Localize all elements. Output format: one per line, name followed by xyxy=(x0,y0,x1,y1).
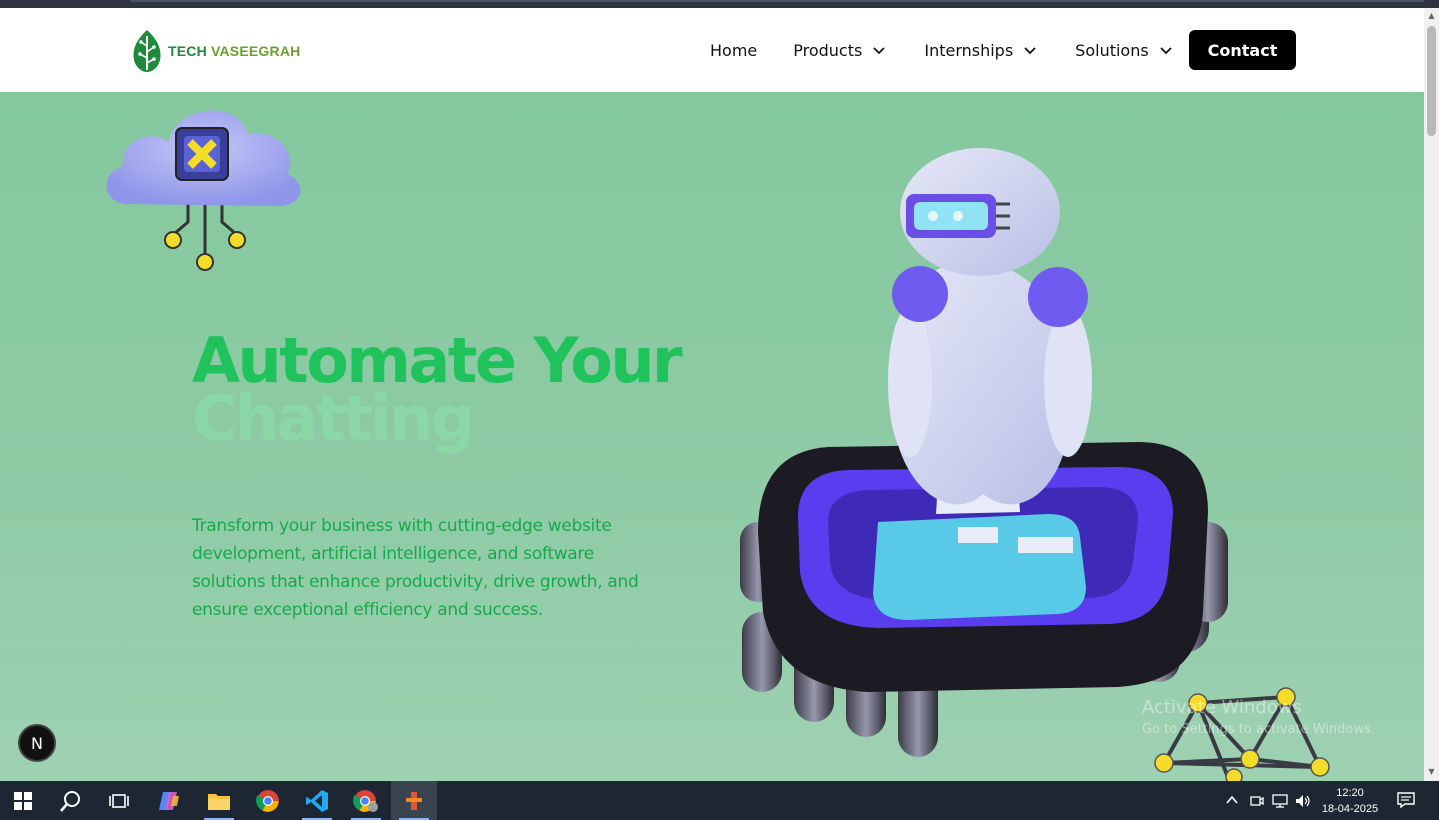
nav-home[interactable]: Home xyxy=(710,41,757,60)
browser-top-strip xyxy=(0,0,1439,8)
chevron-down-icon xyxy=(1160,47,1172,55)
copilot-icon[interactable] xyxy=(146,781,192,820)
activate-windows-title: Activate Windows xyxy=(1142,697,1302,718)
leaf-circuit-logo-icon xyxy=(133,30,161,72)
notification-center-icon[interactable] xyxy=(1397,792,1415,808)
file-explorer-icon[interactable] xyxy=(196,781,242,820)
tray-chevron-up-icon[interactable] xyxy=(1225,794,1239,806)
cloud-chip-illustration xyxy=(106,110,301,271)
nav-internships-label: Internships xyxy=(924,40,1014,60)
network-icon[interactable] xyxy=(1272,794,1288,808)
chevron-down-icon xyxy=(873,47,885,55)
windows-taskbar: 12:20 18-04-2025 xyxy=(0,781,1439,820)
contact-button[interactable]: Contact xyxy=(1189,30,1296,70)
taskbar-clock[interactable]: 12:20 18-04-2025 xyxy=(1318,785,1382,817)
chevron-down-icon xyxy=(1024,47,1036,55)
dev-indicator-badge[interactable]: N xyxy=(18,724,56,762)
hero-section: Automate Your Chatting Transform your bu… xyxy=(0,92,1424,781)
main-nav: Home Products Internships Solutions xyxy=(710,8,1173,92)
brand-name: TECH VASEEGRAH xyxy=(168,43,300,59)
brand-name-part1: TECH xyxy=(168,43,211,59)
search-icon[interactable] xyxy=(48,781,94,820)
meet-now-icon[interactable] xyxy=(1250,794,1264,808)
brand-name-part2: VASEEGRAH xyxy=(211,43,301,59)
site-header: TECH VASEEGRAH Home Products Internships… xyxy=(0,8,1424,92)
clock-date: 18-04-2025 xyxy=(1321,803,1379,815)
brand-logo[interactable]: TECH VASEEGRAH xyxy=(130,28,300,74)
hero-description: Transform your business with cutting-edg… xyxy=(192,516,639,620)
scroll-down-icon[interactable]: ▼ xyxy=(1427,768,1436,776)
task-view-icon[interactable] xyxy=(96,781,142,820)
volume-icon[interactable] xyxy=(1295,794,1311,808)
nav-internships[interactable]: Internships xyxy=(924,41,1037,60)
app-icon[interactable] xyxy=(391,781,437,820)
start-icon[interactable] xyxy=(0,781,46,820)
nav-solutions[interactable]: Solutions xyxy=(1075,41,1173,60)
scroll-thumb[interactable] xyxy=(1427,26,1436,136)
nav-products-label: Products xyxy=(793,40,863,60)
activate-windows-subtitle: Go to Settings to activate Windows. xyxy=(1142,722,1375,737)
chrome-icon[interactable] xyxy=(245,781,291,820)
clock-time: 12:20 xyxy=(1336,787,1364,799)
page-scrollbar[interactable]: ▲ ▼ xyxy=(1424,8,1439,781)
hero-rotating-word: Chatting xyxy=(192,382,475,455)
nav-products[interactable]: Products xyxy=(793,41,886,60)
nav-solutions-label: Solutions xyxy=(1075,40,1149,60)
chrome-profile-icon[interactable] xyxy=(343,781,389,820)
nav-home-label: Home xyxy=(710,40,758,60)
scroll-up-icon[interactable]: ▲ xyxy=(1427,12,1436,20)
vscode-icon[interactable] xyxy=(294,781,340,820)
robot-chip-illustration xyxy=(740,148,1228,757)
